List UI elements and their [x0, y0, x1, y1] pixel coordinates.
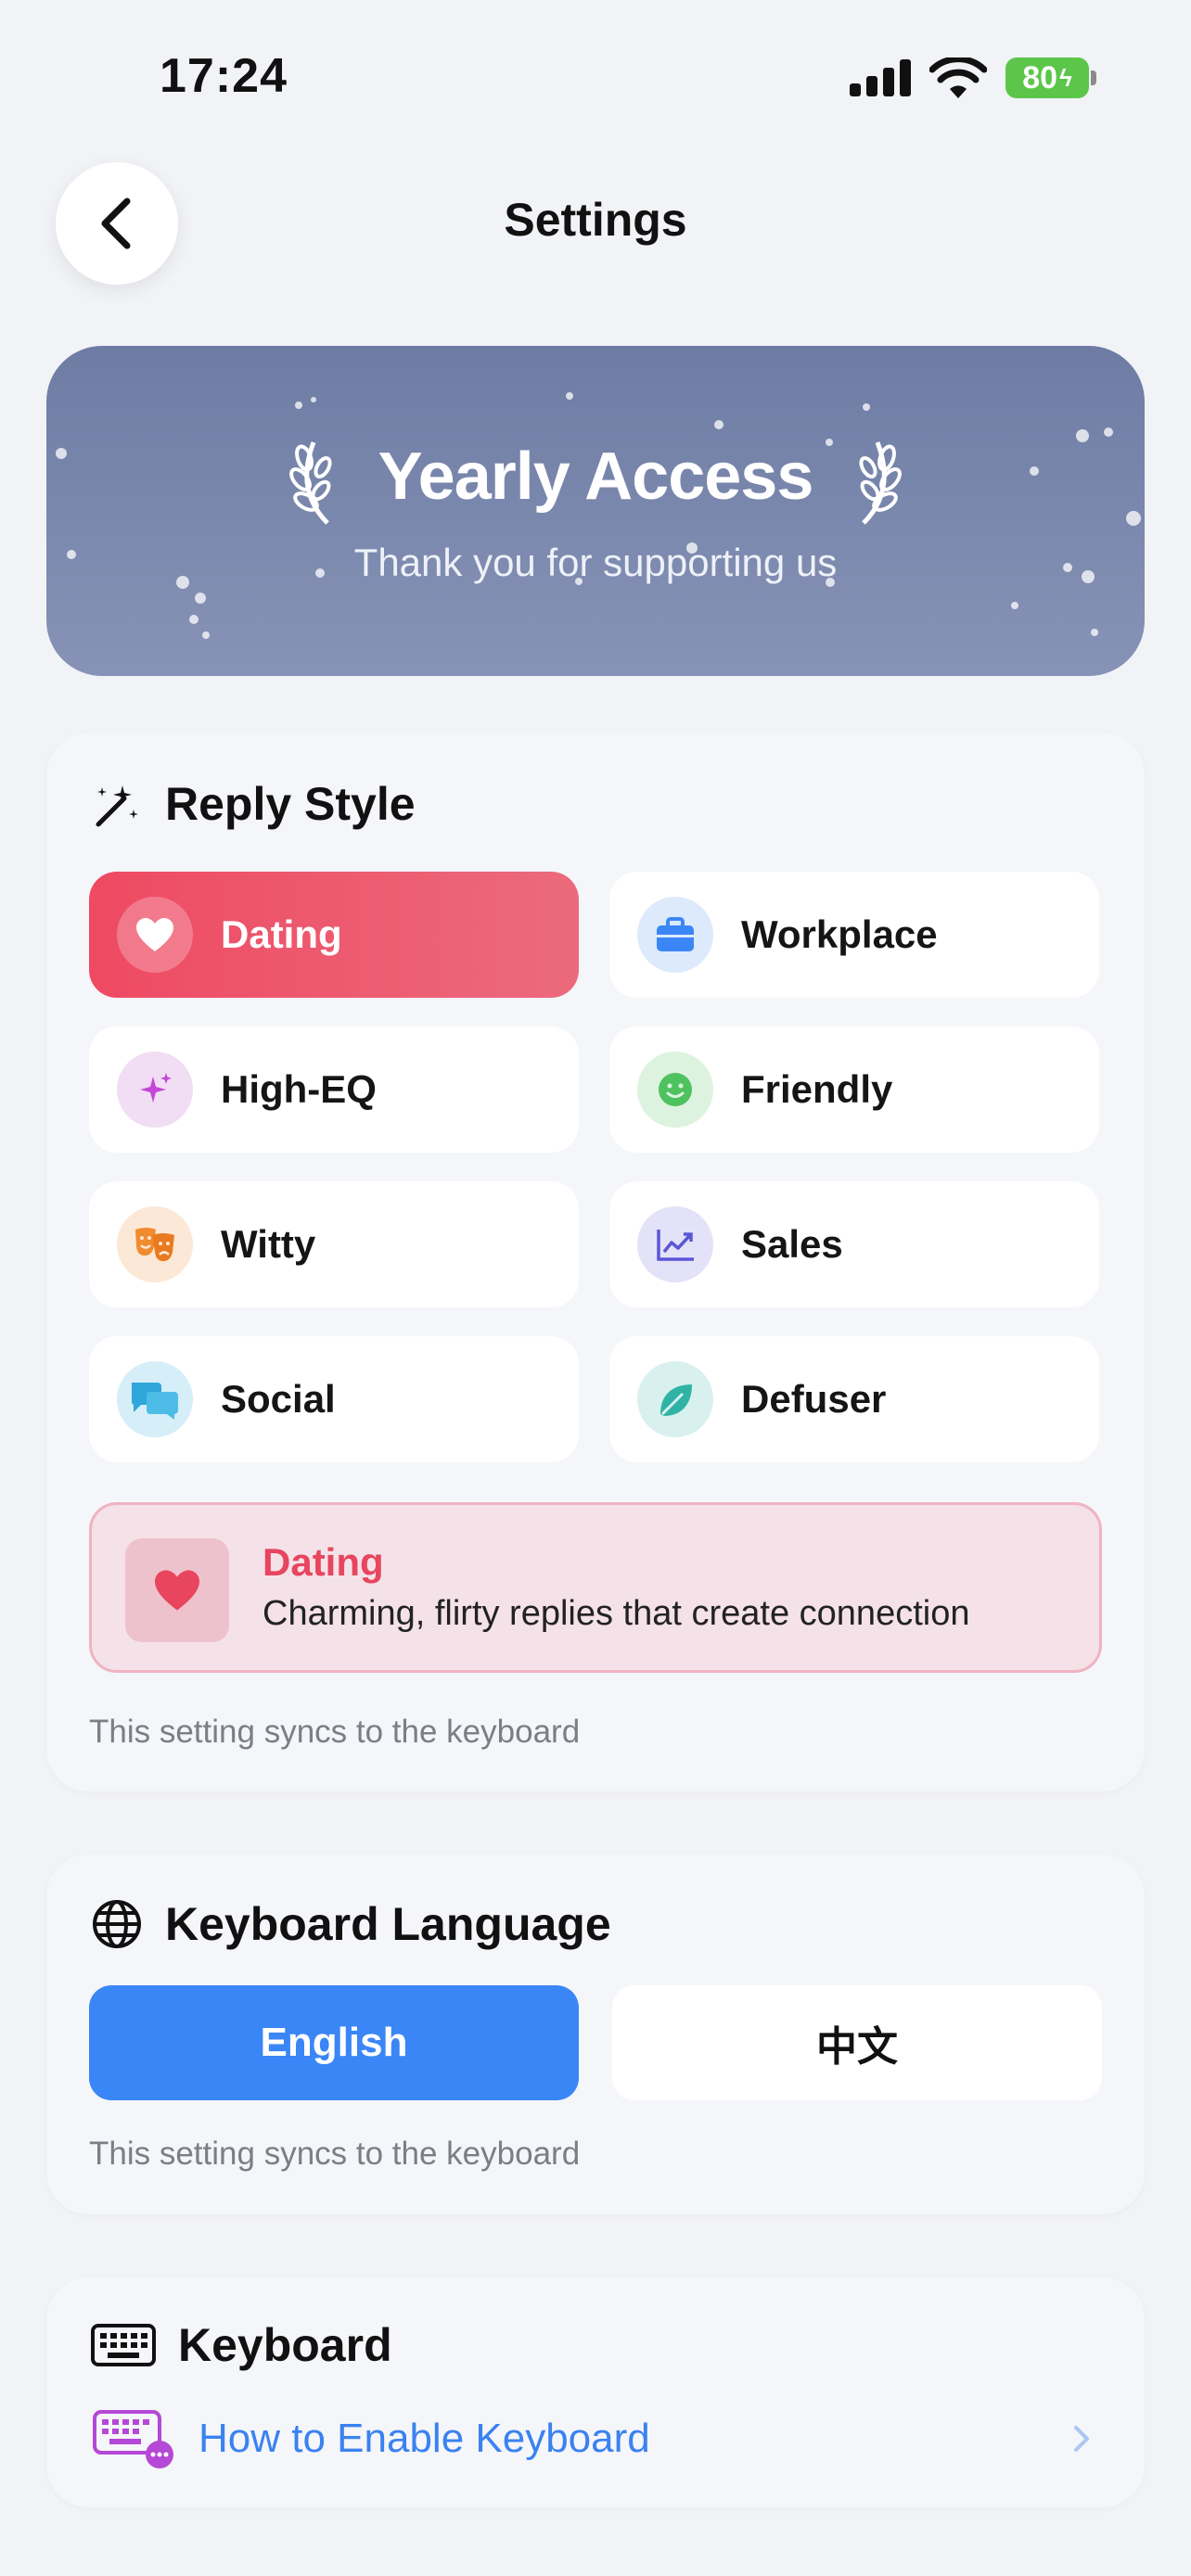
sparkles-icon [140, 1073, 172, 1103]
chat-bubbles-icon [131, 1383, 178, 1420]
theater-masks-icon [135, 1228, 174, 1261]
reply-style-label: Sales [741, 1222, 843, 1266]
briefcase-icon [657, 917, 694, 951]
reply-style-title: Reply Style [165, 778, 416, 830]
status-time: 17:24 [160, 49, 288, 103]
banner-subtitle: Thank you for supporting us [353, 541, 838, 584]
reply-style-label: Social [221, 1377, 336, 1421]
keyboard-icon [91, 2324, 156, 2366]
reply-style-label: Friendly [741, 1067, 893, 1111]
battery-indicator: 80 ϟ [1005, 57, 1096, 98]
cellular-signal-icon [850, 59, 911, 96]
reply-style-friendly-button[interactable]: Friendly [609, 1027, 1099, 1153]
detail-description: Charming, flirty replies that create con… [263, 1594, 970, 1633]
reply-style-dating-button[interactable]: Dating [89, 872, 579, 998]
trend-chart-icon [657, 1230, 694, 1261]
reply-style-header: Reply Style [91, 777, 416, 831]
detail-title: Dating [263, 1540, 384, 1584]
language-chinese-button[interactable]: 中文 [612, 1985, 1102, 2100]
enable-keyboard-link-row[interactable]: How to Enable Keyboard [91, 2402, 1102, 2476]
yearly-access-banner[interactable]: Yearly Access Thank you for supporting u… [46, 346, 1145, 676]
battery-level: 80 [1022, 59, 1058, 96]
reply-style-label: Defuser [741, 1377, 887, 1421]
leaf-icon [660, 1384, 692, 1416]
heart-icon [155, 1570, 199, 1611]
reply-style-workplace-button[interactable]: Workplace [609, 872, 1099, 998]
language-english-button[interactable]: English [89, 1985, 579, 2100]
keyboard-header: Keyboard [91, 2318, 392, 2372]
reply-style-sync-note: This setting syncs to the keyboard [89, 1714, 581, 1750]
globe-icon [93, 1900, 141, 1948]
reply-style-sales-button[interactable]: Sales [609, 1181, 1099, 1307]
keyboard-language-title: Keyboard Language [165, 1898, 611, 1950]
keyboard-title: Keyboard [178, 2319, 392, 2371]
reply-style-high-eq-button[interactable]: High-EQ [89, 1027, 579, 1153]
detail-icon-tile [125, 1538, 229, 1642]
reply-style-label: Dating [221, 912, 342, 956]
smiley-icon [659, 1073, 692, 1106]
keyboard-language-header: Keyboard Language [91, 1897, 611, 1951]
reply-style-witty-button[interactable]: Witty [89, 1181, 579, 1307]
reply-style-label: Witty [221, 1222, 316, 1266]
reply-style-social-button[interactable]: Social [89, 1336, 579, 1462]
magic-wand-icon [96, 785, 138, 827]
chevron-right-icon [1074, 2426, 1089, 2452]
keyboard-more-icon [93, 2410, 173, 2468]
reply-style-label: Workplace [741, 912, 938, 956]
status-icons: 80 ϟ [850, 57, 1096, 98]
keyboard-language-sync-note: This setting syncs to the keyboard [89, 2136, 581, 2172]
wifi-icon [929, 57, 987, 98]
banner-title: Yearly Access [378, 440, 814, 514]
enable-keyboard-link[interactable]: How to Enable Keyboard [198, 2416, 650, 2462]
page-title: Settings [504, 194, 687, 246]
reply-style-defuser-button[interactable]: Defuser [609, 1336, 1099, 1462]
reply-style-detail: Dating Charming, flirty replies that cre… [89, 1502, 1102, 1673]
reply-style-label: High-EQ [221, 1067, 377, 1111]
charging-bolt-icon: ϟ [1059, 63, 1072, 92]
heart-icon [136, 918, 173, 951]
